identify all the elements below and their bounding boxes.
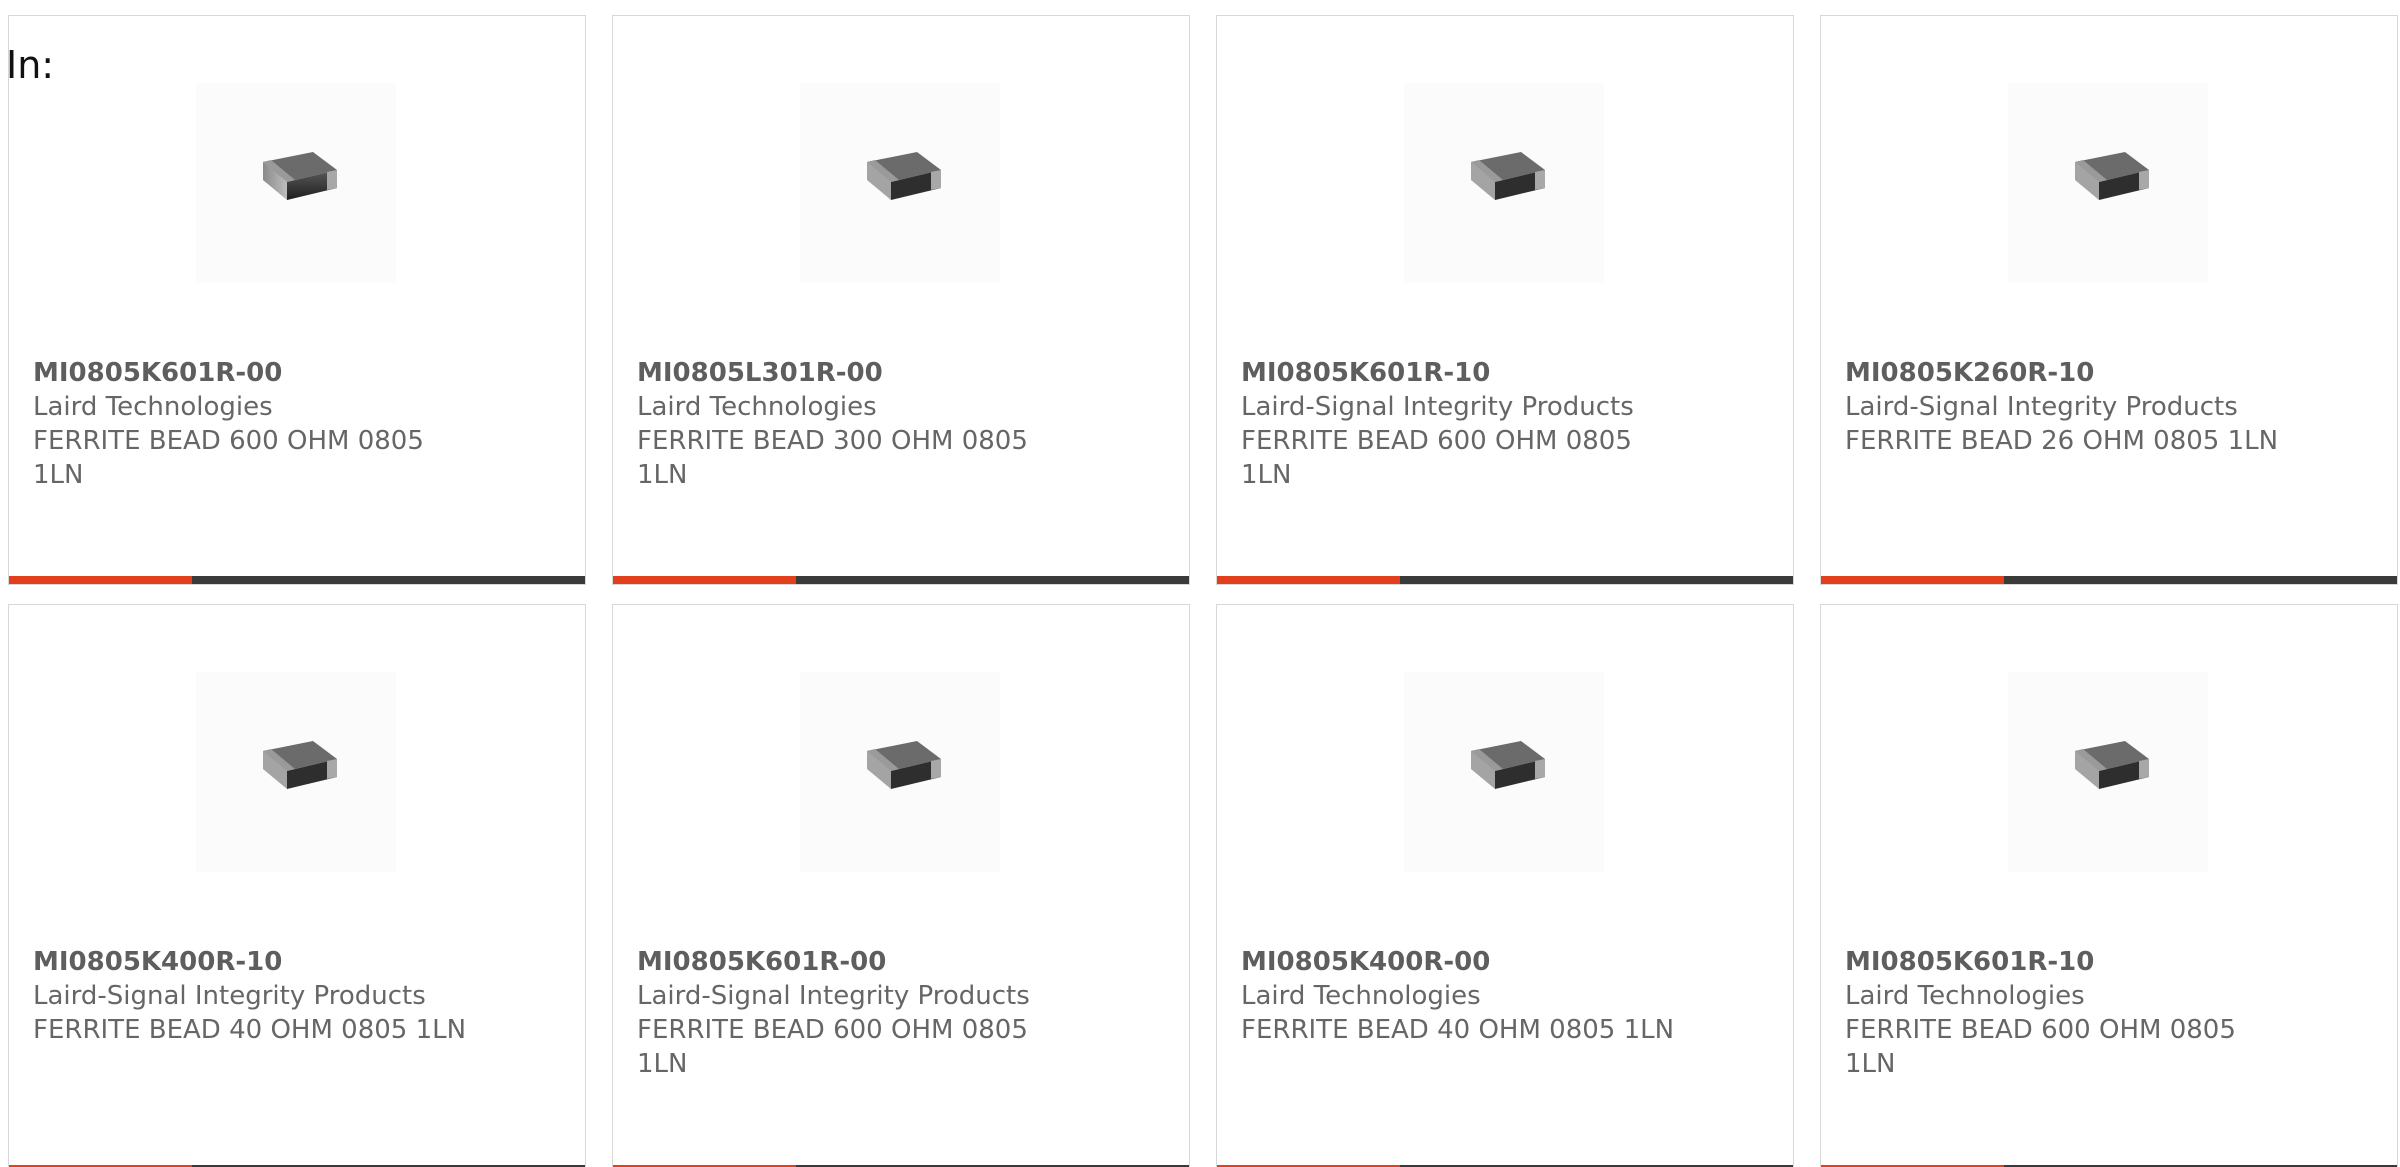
product-info: MI0805L301R-00 Laird Technologies FERRIT… <box>637 356 1117 492</box>
manufacturer: Laird-Signal Integrity Products <box>637 981 1030 1011</box>
manufacturer: Laird-Signal Integrity Products <box>1241 392 1634 422</box>
accent-bar <box>9 576 192 584</box>
product-image[interactable] <box>196 672 396 872</box>
product-card[interactable]: MI0805K400R-00 Laird Technologies FERRIT… <box>1216 604 1794 1167</box>
product-info: MI0805K400R-10 Laird-Signal Integrity Pr… <box>33 945 513 1047</box>
part-number-link[interactable]: MI0805K400R-10 <box>33 945 513 979</box>
ferrite-bead-chip-icon <box>263 152 337 200</box>
card-footer-bar <box>1821 576 2397 584</box>
product-image[interactable] <box>1404 672 1604 872</box>
manufacturer: Laird-Signal Integrity Products <box>1845 392 2238 422</box>
ferrite-bead-chip-icon <box>2075 741 2149 789</box>
product-image[interactable] <box>2008 83 2208 283</box>
product-card[interactable]: MI0805K601R-00 Laird Technologies FERRIT… <box>8 15 586 585</box>
ferrite-bead-chip-icon <box>2075 152 2149 200</box>
product-description: FERRITE BEAD 600 OHM 0805 1LN <box>637 1015 1028 1079</box>
product-image[interactable] <box>1404 83 1604 283</box>
product-info: MI0805K400R-00 Laird Technologies FERRIT… <box>1241 945 1721 1047</box>
manufacturer: Laird-Signal Integrity Products <box>33 981 426 1011</box>
ferrite-bead-chip-icon <box>1471 152 1545 200</box>
product-description: FERRITE BEAD 600 OHM 0805 1LN <box>1241 426 1632 490</box>
ferrite-bead-chip-icon <box>263 741 337 789</box>
product-card[interactable]: MI0805L301R-00 Laird Technologies FERRIT… <box>612 15 1190 585</box>
accent-bar <box>1217 576 1400 584</box>
part-number-link[interactable]: MI0805K601R-00 <box>33 356 513 390</box>
product-results-page: In: MI0805K601R-00 Laird Technologies FE… <box>0 0 2400 1167</box>
product-info: MI0805K260R-10 Laird-Signal Integrity Pr… <box>1845 356 2325 458</box>
part-number-link[interactable]: MI0805K260R-10 <box>1845 356 2325 390</box>
part-number-link[interactable]: MI0805K601R-10 <box>1241 356 1721 390</box>
product-card[interactable]: MI0805K601R-00 Laird-Signal Integrity Pr… <box>612 604 1190 1167</box>
in-label: In: <box>6 43 55 87</box>
product-description: FERRITE BEAD 40 OHM 0805 1LN <box>33 1015 467 1045</box>
product-info: MI0805K601R-00 Laird Technologies FERRIT… <box>33 356 513 492</box>
manufacturer: Laird Technologies <box>637 392 877 422</box>
manufacturer: Laird Technologies <box>1845 981 2085 1011</box>
part-number-link[interactable]: MI0805L301R-00 <box>637 356 1117 390</box>
product-info: MI0805K601R-10 Laird Technologies FERRIT… <box>1845 945 2325 1081</box>
part-number-link[interactable]: MI0805K400R-00 <box>1241 945 1721 979</box>
product-card[interactable]: MI0805K601R-10 Laird Technologies FERRIT… <box>1820 604 2398 1167</box>
ferrite-bead-chip-icon <box>867 152 941 200</box>
accent-bar <box>613 576 796 584</box>
part-number-link[interactable]: MI0805K601R-00 <box>637 945 1117 979</box>
product-grid: MI0805K601R-00 Laird Technologies FERRIT… <box>0 0 2400 1167</box>
product-description: FERRITE BEAD 600 OHM 0805 1LN <box>33 426 424 490</box>
product-card[interactable]: MI0805K400R-10 Laird-Signal Integrity Pr… <box>8 604 586 1167</box>
card-footer-bar <box>613 576 1189 584</box>
product-card[interactable]: MI0805K260R-10 Laird-Signal Integrity Pr… <box>1820 15 2398 585</box>
ferrite-bead-chip-icon <box>867 741 941 789</box>
product-card[interactable]: MI0805K601R-10 Laird-Signal Integrity Pr… <box>1216 15 1794 585</box>
card-footer-bar <box>1217 576 1793 584</box>
product-image[interactable] <box>2008 672 2208 872</box>
ferrite-bead-chip-icon <box>1471 741 1545 789</box>
product-info: MI0805K601R-10 Laird-Signal Integrity Pr… <box>1241 356 1721 492</box>
product-description: FERRITE BEAD 26 OHM 0805 1LN <box>1845 426 2279 456</box>
product-image[interactable] <box>196 83 396 283</box>
manufacturer: Laird Technologies <box>1241 981 1481 1011</box>
product-description: FERRITE BEAD 300 OHM 0805 1LN <box>637 426 1028 490</box>
product-description: FERRITE BEAD 600 OHM 0805 1LN <box>1845 1015 2236 1079</box>
product-image[interactable] <box>800 83 1000 283</box>
product-image[interactable] <box>800 672 1000 872</box>
manufacturer: Laird Technologies <box>33 392 273 422</box>
product-info: MI0805K601R-00 Laird-Signal Integrity Pr… <box>637 945 1117 1081</box>
part-number-link[interactable]: MI0805K601R-10 <box>1845 945 2325 979</box>
accent-bar <box>1821 576 2004 584</box>
product-description: FERRITE BEAD 40 OHM 0805 1LN <box>1241 1015 1675 1045</box>
card-footer-bar <box>9 576 585 584</box>
